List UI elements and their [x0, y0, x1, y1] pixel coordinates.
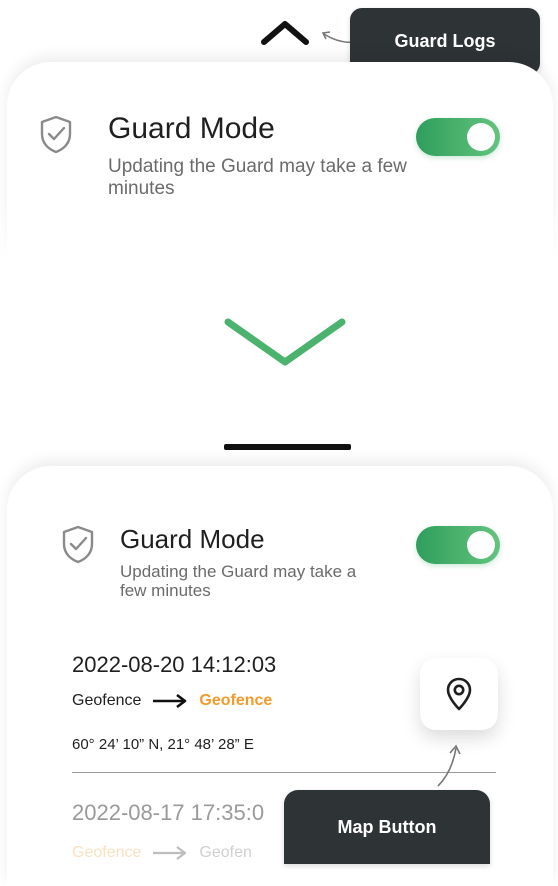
- toggle-knob: [467, 123, 495, 151]
- log-route: Geofence Geofence: [72, 692, 272, 710]
- route-from: Geofence: [72, 692, 142, 709]
- guard-mode-toggle[interactable]: [416, 118, 500, 156]
- guard-mode-title: Guard Mode: [120, 524, 265, 554]
- guard-mode-title: Guard Mode: [108, 112, 275, 145]
- card-fade: [0, 200, 558, 270]
- map-button-callout: Map Button: [284, 790, 490, 864]
- guard-mode-subtitle: Updating the Guard may take a few minute…: [108, 156, 407, 199]
- annotation-arrow-icon: [437, 744, 461, 787]
- guard-mode-subtitle: Updating the Guard may take a few minute…: [120, 562, 357, 600]
- log-coordinates: 60° 24’ 10” N, 21° 48’ 28” E: [72, 736, 254, 753]
- arrow-right-icon: [153, 694, 187, 708]
- route-to: Geofence: [199, 692, 273, 709]
- callout-label: Map Button: [337, 816, 437, 837]
- guard-mode-toggle[interactable]: [416, 526, 500, 564]
- chevron-up-icon[interactable]: [258, 18, 312, 48]
- route-from: Geofence: [72, 844, 142, 861]
- toggle-knob: [467, 531, 495, 559]
- map-button[interactable]: [420, 658, 498, 730]
- log-timestamp: 2022-08-17 17:35:0: [72, 800, 265, 825]
- drag-handle[interactable]: [224, 444, 351, 450]
- shield-check-icon: [62, 525, 94, 564]
- log-timestamp: 2022-08-20 14:12:03: [72, 652, 277, 677]
- route-to: Geofen: [199, 844, 252, 861]
- callout-label: Guard Logs: [394, 31, 496, 51]
- chevron-down-icon: [224, 318, 346, 366]
- shield-check-icon: [40, 115, 72, 154]
- log-route: Geofence Geofen: [72, 844, 252, 862]
- log-divider: [72, 772, 496, 773]
- arrow-right-icon: [153, 846, 187, 860]
- map-pin-icon: [446, 677, 472, 711]
